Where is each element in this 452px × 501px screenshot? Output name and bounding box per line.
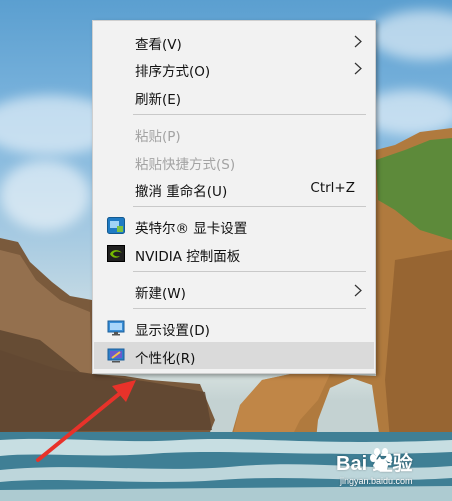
menu-item-paste-shortcut[interactable]: 粘贴快捷方式(S) [94,148,374,175]
nvidia-icon [107,245,125,262]
menu-separator [133,114,366,115]
desktop-context-menu: 查看(V) 排序方式(O) 刷新(E) 粘贴(P) 粘贴快捷方式(S) 撤消 重… [92,20,376,374]
chevron-right-icon [354,284,362,297]
menu-separator [133,206,366,207]
menu-item-paste[interactable]: 粘贴(P) [94,120,374,147]
menu-item-sort-by[interactable]: 排序方式(O) [94,55,374,82]
menu-item-label: 显示设置(D) [135,323,210,339]
menu-item-personalize[interactable]: 个性化(R) [94,342,374,369]
menu-item-label: 刷新(E) [135,92,182,108]
menu-separator [133,308,366,309]
menu-item-label: 新建(W) [135,286,186,302]
menu-item-label: 排序方式(O) [135,64,211,80]
menu-item-nvidia-control-panel[interactable]: NVIDIA 控制面板 [94,240,374,267]
menu-item-shortcut: Ctrl+Z [310,180,355,196]
menu-separator [133,271,366,272]
menu-item-label: NVIDIA 控制面板 [135,249,241,265]
menu-item-label: 英特尔® 显卡设置 [135,221,248,237]
menu-item-label: 粘贴快捷方式(S) [135,157,236,173]
baidu-paw-icon [370,448,392,471]
menu-item-view[interactable]: 查看(V) [94,28,374,55]
watermark-url: jingyan.baidu.com [340,476,413,486]
menu-item-new[interactable]: 新建(W) [94,277,374,304]
intel-graphics-icon [107,217,125,234]
menu-item-label: 查看(V) [135,37,182,53]
chevron-right-icon [354,62,362,75]
personalize-icon [107,348,125,363]
chevron-right-icon [354,35,362,48]
menu-item-intel-graphics[interactable]: 英特尔® 显卡设置 [94,212,374,239]
menu-item-label: 撤消 重命名(U) [135,184,228,200]
display-settings-icon [107,320,125,336]
menu-item-refresh[interactable]: 刷新(E) [94,83,374,110]
menu-item-label: 个性化(R) [135,351,196,367]
menu-item-label: 粘贴(P) [135,129,181,145]
menu-item-undo-rename[interactable]: 撤消 重命名(U) Ctrl+Z [94,175,374,202]
menu-item-display-settings[interactable]: 显示设置(D) [94,314,374,341]
